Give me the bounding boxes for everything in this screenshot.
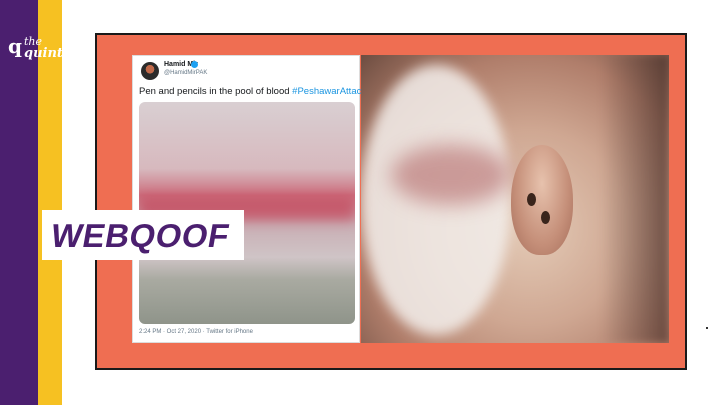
webqoof-label: WEBQOOF: [48, 217, 233, 254]
photo-detail: [527, 193, 536, 206]
photo-nose-region: [511, 145, 573, 255]
photo-blurred-region: [391, 145, 511, 205]
tweet-card: Hamid Mir @HamidMirPAK Pen and pencils i…: [132, 55, 366, 343]
avatar: [141, 62, 159, 80]
tweet-timestamp: 2:24 PM · Oct 27, 2020 · Twitter for iPh…: [139, 329, 253, 335]
tweet-author-handle: @HamidMirPAK: [164, 70, 208, 76]
photo-detail: [541, 211, 550, 224]
stray-dot: [706, 327, 708, 329]
blurred-photo: [361, 55, 669, 343]
photo-shadow-region: [601, 55, 669, 343]
tweet-text-body: Pen and pencils in the pool of blood: [139, 86, 293, 97]
the-quint-logo: q the quint: [4, 34, 63, 68]
logo-quint: quint: [24, 46, 63, 61]
verified-icon: [191, 61, 198, 68]
tweet-text: Pen and pencils in the pool of blood #Pe…: [139, 86, 366, 97]
webqoof-banner: WEBQOOF: [42, 210, 244, 260]
logo-mark: q: [8, 34, 22, 58]
tweet-hashtag: #PeshawarAttack: [292, 86, 367, 97]
